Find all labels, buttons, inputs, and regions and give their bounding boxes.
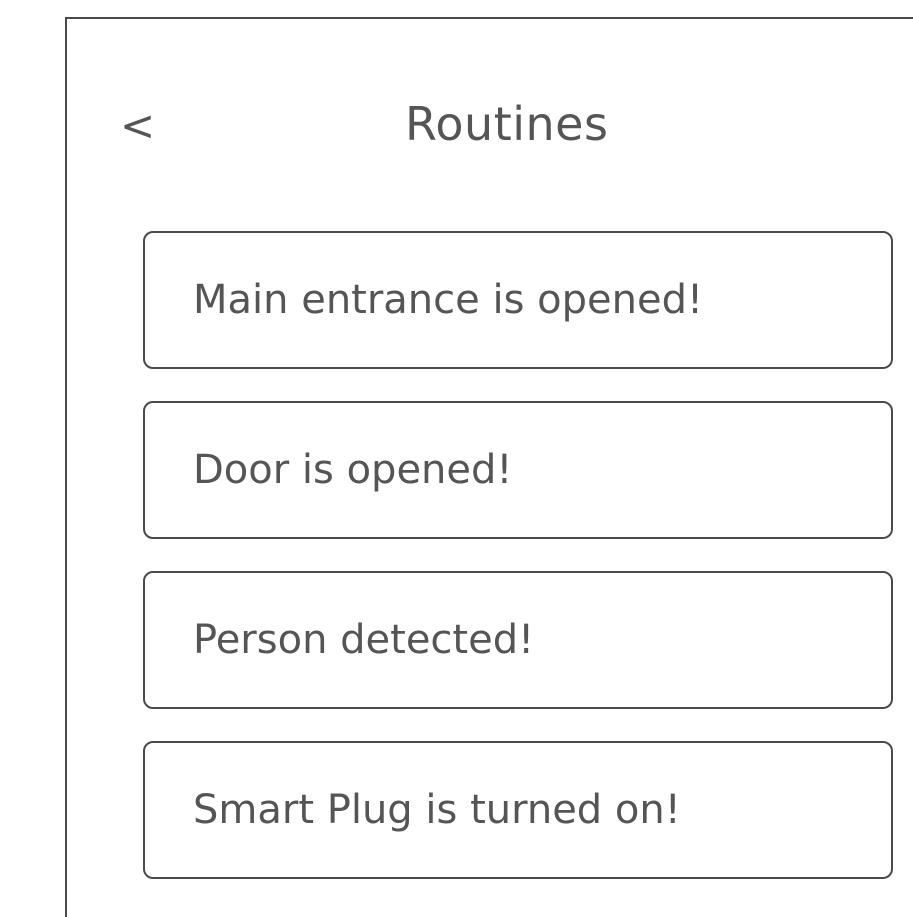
page-title: Routines: [405, 97, 609, 151]
routine-item-smart-plug[interactable]: Smart Plug is turned on!: [143, 741, 893, 879]
back-button[interactable]: <: [120, 96, 168, 156]
routine-label: Main entrance is opened!: [193, 277, 703, 323]
routine-list: Main entrance is opened! Door is opened!…: [143, 231, 893, 911]
routine-label: Door is opened!: [193, 447, 513, 493]
chevron-left-icon: <: [120, 101, 156, 150]
routine-label: Person detected!: [193, 617, 535, 663]
routine-item-person-detected[interactable]: Person detected!: [143, 571, 893, 709]
routine-item-door[interactable]: Door is opened!: [143, 401, 893, 539]
routine-item-main-entrance[interactable]: Main entrance is opened!: [143, 231, 893, 369]
routine-label: Smart Plug is turned on!: [193, 787, 681, 833]
